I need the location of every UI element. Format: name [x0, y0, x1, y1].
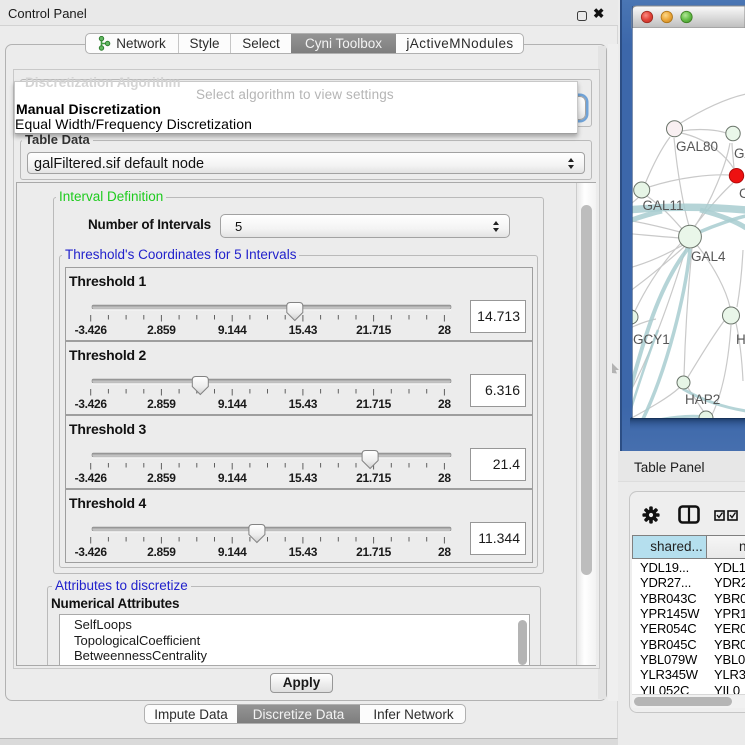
svg-text:-3.426: -3.426 [75, 545, 108, 559]
svg-text:21.715: 21.715 [356, 397, 392, 411]
svg-text:-3.426: -3.426 [75, 323, 108, 337]
svg-text:C: C [739, 186, 745, 201]
svg-text:2.859: 2.859 [147, 397, 176, 411]
svg-text:28: 28 [438, 323, 451, 337]
svg-text:9.144: 9.144 [218, 323, 247, 337]
svg-text:GAL80: GAL80 [676, 139, 718, 154]
svg-text:21.715: 21.715 [356, 323, 392, 337]
svg-text:H: H [736, 332, 745, 347]
svg-text:HAP2: HAP2 [685, 392, 720, 407]
svg-text:2.859: 2.859 [147, 545, 176, 559]
svg-text:-3.426: -3.426 [75, 471, 108, 485]
svg-text:GAL11: GAL11 [643, 198, 684, 213]
svg-text:28: 28 [438, 397, 451, 411]
svg-text:GCY1: GCY1 [633, 332, 670, 347]
svg-text:28: 28 [438, 545, 451, 559]
svg-text:2.859: 2.859 [147, 471, 176, 485]
svg-text:-3.426: -3.426 [75, 397, 108, 411]
svg-text:GAL4: GAL4 [691, 249, 726, 264]
svg-text:2.859: 2.859 [147, 323, 176, 337]
svg-text:21.715: 21.715 [356, 471, 392, 485]
svg-text:9.144: 9.144 [218, 545, 247, 559]
svg-text:15.43: 15.43 [289, 397, 318, 411]
svg-text:9.144: 9.144 [218, 397, 247, 411]
svg-text:21.715: 21.715 [356, 545, 392, 559]
svg-text:9.144: 9.144 [218, 471, 247, 485]
svg-text:28: 28 [438, 471, 451, 485]
svg-text:GA: GA [734, 146, 745, 161]
svg-text:15.43: 15.43 [289, 323, 318, 337]
svg-text:15.43: 15.43 [289, 471, 318, 485]
svg-text:15.43: 15.43 [289, 545, 318, 559]
